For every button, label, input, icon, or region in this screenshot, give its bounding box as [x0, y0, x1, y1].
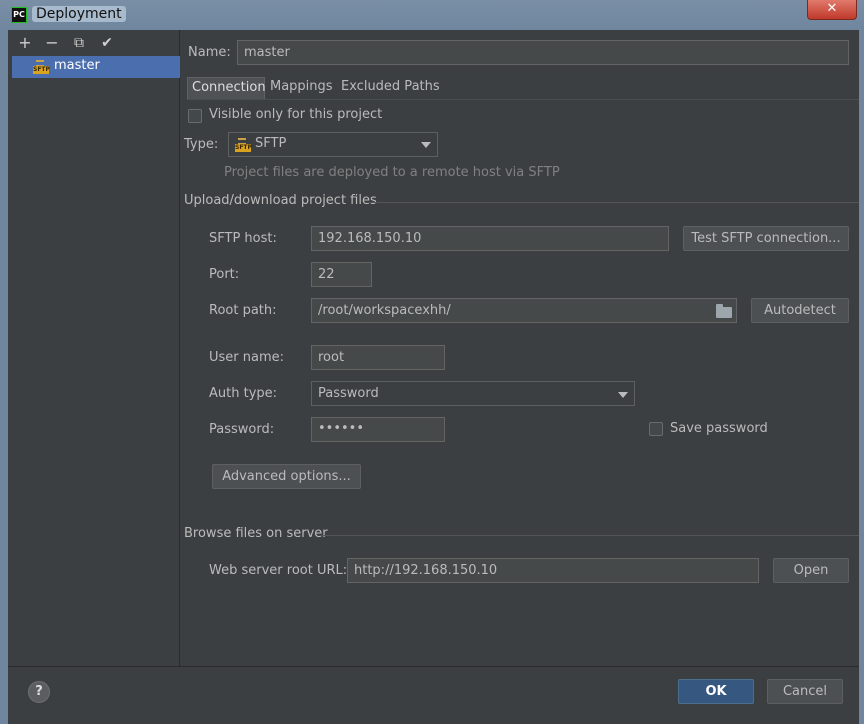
user-name-label: User name: [209, 350, 285, 365]
window-title: Deployment [32, 6, 126, 22]
web-server-root-url-label: Web server root URL: [209, 563, 348, 578]
name-field[interactable]: master [237, 40, 849, 65]
user-name-field[interactable]: root [311, 345, 445, 370]
copy-icon[interactable]: ⧉ [69, 33, 89, 53]
add-icon[interactable]: + [15, 33, 35, 53]
type-hint: Project files are deployed to a remote h… [224, 165, 560, 180]
advanced-options-button[interactable]: Advanced options... [212, 464, 361, 489]
tab-mappings[interactable]: Mappings [266, 77, 337, 99]
server-list-item-master[interactable]: SFTP master [12, 56, 180, 78]
tab-excluded-paths[interactable]: Excluded Paths [337, 77, 444, 99]
ok-button[interactable]: OK [678, 679, 754, 704]
auth-type-value: Password [318, 386, 379, 401]
cancel-button[interactable]: Cancel [767, 679, 843, 704]
sftp-host-label: SFTP host: [209, 231, 277, 246]
server-list-toolbar: + − ⧉ ✔ [12, 30, 180, 56]
server-list-panel: + − ⧉ ✔ SFTP master [12, 30, 180, 666]
password-field[interactable]: •••••• [311, 417, 445, 442]
auth-type-dropdown[interactable]: Password [311, 381, 635, 406]
auth-type-label: Auth type: [209, 386, 278, 401]
sftp-host-field[interactable]: 192.168.150.10 [311, 226, 669, 251]
window-close-button[interactable]: ✕ [807, 0, 857, 20]
root-path-value: /root/workspacexhh/ [318, 303, 451, 318]
visible-only-checkbox[interactable] [188, 109, 202, 123]
type-dropdown[interactable]: SFTP SFTP [228, 132, 438, 157]
chevron-down-icon [421, 142, 431, 148]
folder-icon[interactable] [716, 304, 732, 318]
password-label: Password: [209, 422, 275, 437]
pycharm-app-icon: PC [11, 7, 27, 23]
check-icon[interactable]: ✔ [97, 33, 117, 53]
title-bar: PC Deployment ✕ [0, 0, 864, 30]
window-frame-right [859, 30, 864, 724]
upload-section-title: Upload/download project files [184, 193, 377, 208]
type-label: Type: [184, 137, 219, 152]
tab-connection[interactable]: Connection [187, 77, 266, 99]
browse-section-title: Browse files on server [184, 526, 328, 541]
name-label: Name: [188, 45, 231, 60]
window-frame-left [0, 30, 8, 724]
port-label: Port: [209, 267, 240, 282]
sftp-icon: SFTP [33, 60, 50, 74]
autodetect-button[interactable]: Autodetect [751, 298, 849, 323]
save-password-label: Save password [670, 421, 768, 436]
help-icon[interactable]: ? [28, 681, 50, 703]
sftp-icon: SFTP [235, 138, 252, 152]
browse-section-line [320, 535, 859, 536]
tab-divider [187, 99, 859, 100]
test-sftp-connection-button[interactable]: Test SFTP connection... [683, 226, 849, 251]
web-server-root-url-field[interactable]: http://192.168.150.10 [347, 558, 759, 583]
type-dropdown-value: SFTP [255, 136, 287, 151]
dialog-content: + − ⧉ ✔ SFTP master Name: master Connect… [8, 30, 859, 724]
upload-section-line [368, 202, 859, 203]
root-path-field[interactable]: /root/workspacexhh/ [311, 298, 737, 323]
chevron-down-icon [618, 392, 628, 398]
remove-icon[interactable]: − [42, 33, 62, 53]
port-field[interactable]: 22 [311, 262, 372, 287]
visible-only-label: Visible only for this project [209, 107, 383, 122]
root-path-label: Root path: [209, 303, 277, 318]
save-password-checkbox[interactable] [649, 422, 663, 436]
server-list-item-label: master [54, 58, 100, 73]
open-button[interactable]: Open [773, 558, 849, 583]
